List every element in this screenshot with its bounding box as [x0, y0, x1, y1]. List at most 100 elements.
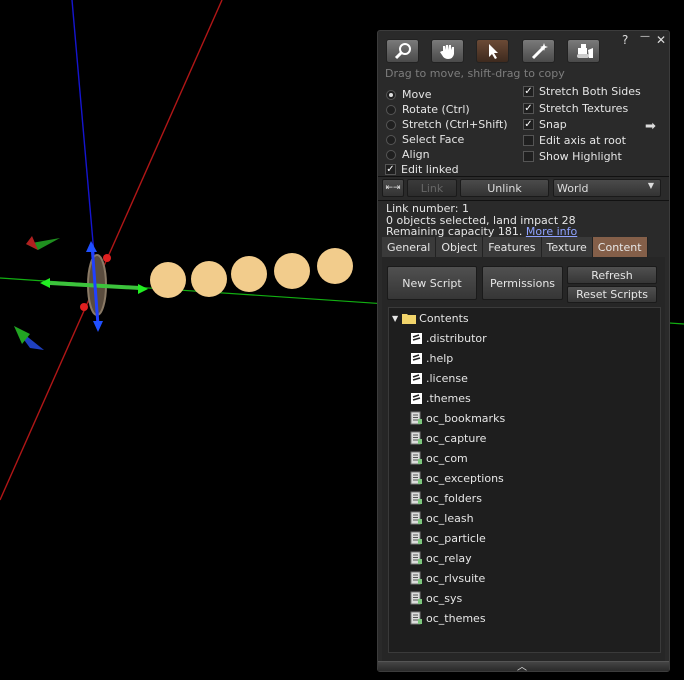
chevron-up-icon: ︿: [517, 662, 527, 673]
sphere-object: [317, 248, 353, 284]
script-item[interactable]: oc_com: [409, 450, 468, 466]
script-item[interactable]: oc_exceptions: [409, 470, 504, 486]
edit-linked-checkbox[interactable]: ✓ Edit linked: [385, 163, 459, 176]
stretch-both-sides-checkbox[interactable]: ✓ Stretch Both Sides: [523, 85, 641, 98]
expand-arrows-icon: ⇤⇥: [385, 183, 401, 193]
script-item[interactable]: oc_sys: [409, 590, 462, 606]
radio-indicator: [386, 149, 396, 160]
refresh-button[interactable]: Refresh: [567, 266, 657, 284]
grab-tool-button[interactable]: [431, 39, 464, 63]
script-icon: [409, 571, 423, 585]
script-name: oc_exceptions: [426, 471, 504, 485]
tab-general[interactable]: General: [382, 237, 437, 257]
script-item[interactable]: oc_leash: [409, 510, 474, 526]
show-highlight-label: Show Highlight: [539, 150, 622, 163]
notecard-icon: [409, 351, 423, 365]
pointer-icon: [488, 44, 498, 59]
script-item[interactable]: oc_folders: [409, 490, 482, 506]
zoom-tool-button[interactable]: [386, 39, 419, 63]
tab-content[interactable]: Content: [592, 237, 648, 257]
radio-indicator: [386, 89, 396, 100]
mode-move-radio[interactable]: Move: [386, 88, 432, 101]
edit-axis-at-root-label: Edit axis at root: [539, 134, 626, 147]
collapse-bar[interactable]: ︿: [378, 661, 669, 673]
move-arrow-y-pos: [138, 284, 148, 294]
script-item[interactable]: oc_themes: [409, 610, 486, 626]
script-icon: [409, 551, 423, 565]
checkmark-icon: ✓: [523, 103, 534, 114]
x-axis-line: [0, 0, 223, 501]
notecard-name: .distributor: [426, 331, 487, 345]
script-item[interactable]: oc_capture: [409, 430, 486, 446]
script-name: oc_relay: [426, 551, 472, 565]
script-name: oc_folders: [426, 491, 482, 505]
inventory-tree: ▼ Contents .distributor .help .license .theme…: [388, 307, 661, 653]
permissions-button[interactable]: Permissions: [482, 266, 563, 300]
sphere-object: [274, 253, 310, 289]
edit-linked-label: Edit linked: [401, 163, 459, 176]
mode-rotate-label: Rotate (Ctrl): [402, 103, 470, 116]
script-name: oc_bookmarks: [426, 411, 506, 425]
mode-align-label: Align: [402, 148, 430, 161]
create-tool-button[interactable]: [522, 39, 555, 63]
folder-icon: [402, 311, 417, 325]
link-button[interactable]: Link: [407, 179, 457, 197]
move-arrow-y-neg: [40, 278, 50, 288]
stretch-textures-checkbox[interactable]: ✓ Stretch Textures: [523, 102, 628, 115]
script-item[interactable]: oc_relay: [409, 550, 472, 566]
mode-stretch-radio[interactable]: Stretch (Ctrl+Shift): [386, 118, 508, 131]
notecard-item[interactable]: .distributor: [409, 330, 487, 346]
divider: [378, 176, 669, 177]
hand-icon: [439, 45, 454, 59]
contents-folder-row[interactable]: ▼ Contents: [392, 310, 469, 326]
script-icon: [409, 431, 423, 445]
stretch-both-sides-label: Stretch Both Sides: [539, 85, 641, 98]
stretch-textures-label: Stretch Textures: [539, 102, 629, 115]
script-name: oc_capture: [426, 431, 487, 445]
notecard-item[interactable]: .license: [409, 370, 468, 386]
tab-texture[interactable]: Texture: [541, 237, 593, 257]
snap-options-arrow-icon[interactable]: ➡: [645, 119, 656, 134]
script-icon: [409, 451, 423, 465]
ruler-mode-dropdown[interactable]: World ▼: [553, 179, 661, 197]
magic-wand-icon: [531, 43, 548, 60]
snap-checkbox[interactable]: ✓ Snap: [523, 118, 567, 131]
edit-axis-at-root-checkbox[interactable]: Edit axis at root: [523, 134, 626, 147]
radio-indicator: [386, 134, 396, 145]
mode-rotate-radio[interactable]: Rotate (Ctrl): [386, 103, 470, 116]
magnifier-icon: [394, 43, 411, 60]
sphere-object: [231, 256, 267, 292]
reset-scripts-button[interactable]: Reset Scripts: [567, 286, 657, 303]
land-tool-button[interactable]: [567, 39, 600, 63]
mode-align-radio[interactable]: Align: [386, 148, 430, 161]
move-arrow-z-pos: [86, 241, 97, 252]
link-expand-button[interactable]: ⇤⇥: [382, 179, 404, 197]
move-handle-x: [103, 254, 111, 262]
help-icon[interactable]: ?: [622, 33, 628, 47]
minimize-icon[interactable]: —: [640, 31, 650, 42]
show-highlight-checkbox[interactable]: Show Highlight: [523, 150, 622, 163]
ruler-mode-value: World: [557, 181, 589, 195]
notecard-icon: [409, 371, 423, 385]
notecard-item[interactable]: .help: [409, 350, 453, 366]
checkbox-box: [523, 151, 534, 162]
unlink-button[interactable]: Unlink: [460, 179, 549, 197]
checkmark-icon: ✓: [385, 164, 396, 175]
close-icon[interactable]: ✕: [656, 33, 666, 47]
tab-object[interactable]: Object: [436, 237, 484, 257]
edit-tool-button[interactable]: [476, 39, 509, 63]
content-panel: New Script Permissions Refresh Reset Scr…: [382, 257, 665, 663]
script-name: oc_leash: [426, 511, 474, 525]
move-handle-x-neg: [80, 303, 88, 311]
notecard-item[interactable]: .themes: [409, 390, 471, 406]
folder-expand-icon[interactable]: ▼: [392, 314, 398, 323]
tab-features[interactable]: Features: [483, 237, 542, 257]
script-item[interactable]: oc_rlvsuite: [409, 570, 485, 586]
script-name: oc_sys: [426, 591, 463, 605]
script-item[interactable]: oc_bookmarks: [409, 410, 505, 426]
script-icon: [409, 411, 423, 425]
chevron-down-icon: ▼: [647, 181, 654, 190]
script-item[interactable]: oc_particle: [409, 530, 486, 546]
mode-select-face-radio[interactable]: Select Face: [386, 133, 464, 146]
new-script-button[interactable]: New Script: [387, 266, 477, 300]
